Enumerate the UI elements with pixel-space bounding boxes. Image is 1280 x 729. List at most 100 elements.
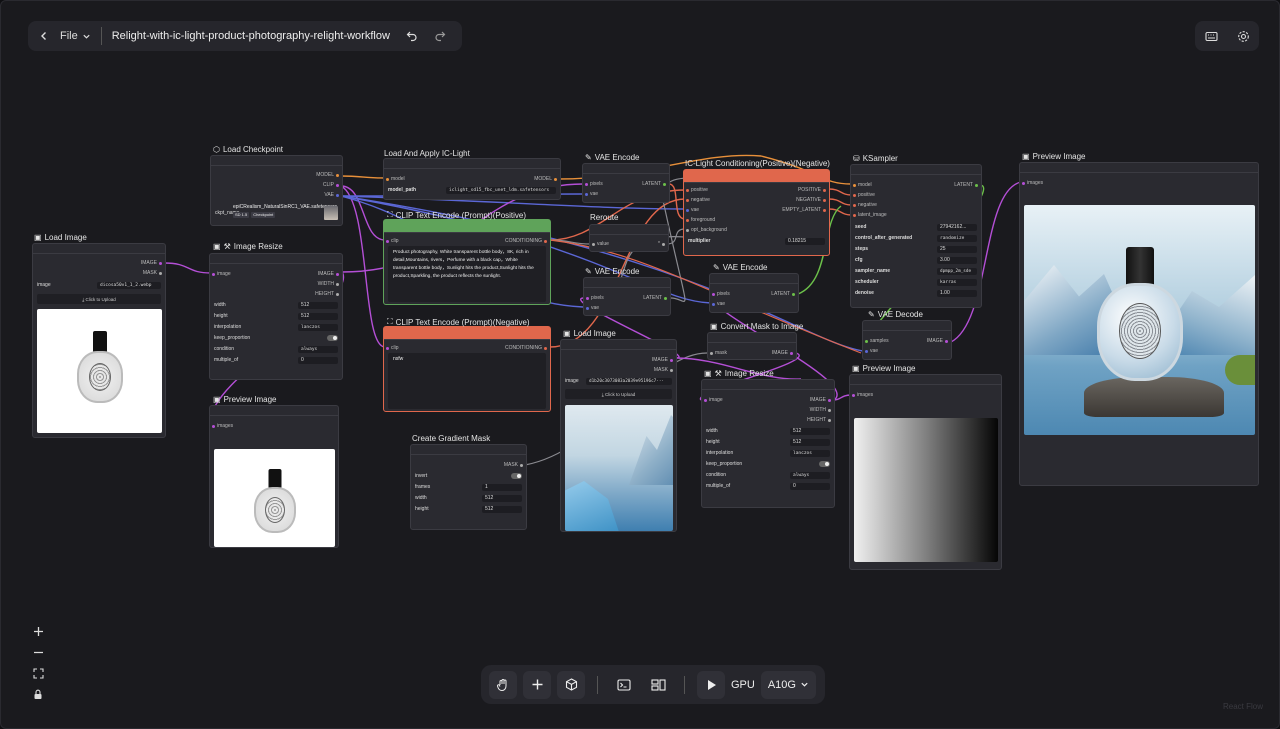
node-load-checkpoint[interactable]: MODEL CLIP VAE ckpt_name epiCRealism_Nat… [210,155,343,226]
node-load-image[interactable]: IMAGE MASK image dicosa50v1_1_2.webp ⤓ C… [32,243,166,438]
input-latent-image[interactable]: latent_image [853,212,887,218]
output-image[interactable]: IMAGE [652,357,673,363]
gear-icon[interactable] [1237,30,1250,43]
node-clip-positive[interactable]: clip CONDITIONING Product photography, W… [383,219,551,305]
multiplier-input[interactable]: 0.18215 [785,237,825,245]
input-positive[interactable]: positive [686,187,708,193]
workflow-canvas[interactable]: File Relight-with-ic-light-product-photo… [0,0,1280,729]
frames-input[interactable]: 1 [482,483,522,491]
output-latent[interactable]: LATENT [643,295,667,301]
output-negative[interactable]: NEGATIVE [796,197,826,203]
cube-icon[interactable] [557,670,585,699]
height-input[interactable]: 512 [298,312,338,320]
node-vae-encode-1[interactable]: pixels vae LATENT [582,163,670,203]
node-create-gradient-mask[interactable]: MASK invert frames 1 width 512 height 512 [410,444,527,530]
cfg-input[interactable]: 3.00 [937,256,977,264]
interpolation-select[interactable]: lanczos [298,323,338,331]
input-pixels[interactable]: pixels [712,291,730,297]
multiple-of-input[interactable]: 0 [790,482,830,490]
input-value[interactable]: value [592,241,609,247]
input-image[interactable]: image [704,397,723,403]
output-height[interactable]: HEIGHT [807,417,831,423]
fit-view-icon[interactable] [29,665,47,683]
node-image-resize-2[interactable]: image IMAGE WIDTH HEIGHT width 512 height… [701,379,835,508]
input-negative[interactable]: negative [686,197,710,203]
width-input[interactable]: 512 [482,494,522,502]
node-vae-decode[interactable]: samples vae IMAGE [862,320,952,360]
input-pixels[interactable]: pixels [586,295,604,301]
input-images[interactable]: images [1022,180,1043,186]
node-ic-light-conditioning[interactable]: positive negative vae foreground opt_bac… [683,169,830,256]
input-clip[interactable]: clip [386,238,399,244]
upload-button[interactable]: ⤓ Click to Upload [37,294,161,304]
control-after-generated-select[interactable]: randomize [937,234,977,242]
keyboard-icon[interactable] [1204,31,1218,42]
layout-icon[interactable] [644,671,672,699]
output-model[interactable]: MODEL [534,176,557,182]
lock-icon[interactable] [29,686,47,704]
output-conditioning[interactable]: CONDITIONING [505,345,547,351]
output-value[interactable]: * [658,241,665,247]
input-opt-background[interactable]: opt_background [686,227,727,233]
input-pixels[interactable]: pixels [585,181,603,187]
input-mask[interactable]: mask [710,350,727,356]
output-empty-latent[interactable]: EMPTY_LATENT [782,207,826,213]
input-model[interactable]: model [386,176,405,182]
zoom-in-icon[interactable] [29,622,47,640]
seed-input[interactable]: 27942162... [937,223,977,231]
hand-icon[interactable] [489,670,517,699]
image-select[interactable]: d1b20c3073083a2039e95196c7··· [586,377,672,385]
back-icon[interactable] [36,31,52,41]
condition-select[interactable]: always [298,345,338,353]
upload-button[interactable]: ⤓ Click to Upload [565,389,672,399]
negative-prompt-textarea[interactable]: nsfw [388,353,546,409]
interpolation-select[interactable]: lanczos [790,449,830,457]
keep-proportion-toggle[interactable] [819,461,830,467]
node-reroute[interactable]: value * [589,224,669,252]
zoom-out-icon[interactable] [29,643,47,661]
input-images[interactable]: images [852,392,873,398]
denoise-input[interactable]: 1.00 [937,289,977,297]
output-model[interactable]: MODEL [316,172,339,178]
output-vae[interactable]: VAE [324,192,339,198]
condition-select[interactable]: always [790,471,830,479]
width-input[interactable]: 512 [298,301,338,309]
output-latent[interactable]: LATENT [642,181,666,187]
output-clip[interactable]: CLIP [323,182,339,188]
sampler-name-select[interactable]: dpmpp_2m_sde [937,267,977,275]
ckpt-name-value[interactable]: epiCRealism_NaturalSinRC1_VAE.safetensor… [233,204,337,218]
height-input[interactable]: 512 [790,438,830,446]
input-vae[interactable]: vae [586,305,599,311]
node-clip-negative[interactable]: clip CONDITIONING nsfw [383,326,551,412]
node-vae-encode-2[interactable]: pixels vae LATENT [583,277,671,316]
node-preview-image-3[interactable]: images [1019,162,1259,486]
output-mask[interactable]: MASK [143,270,162,276]
node-image-resize[interactable]: image IMAGE WIDTH HEIGHT width 512 height… [209,253,343,380]
output-latent[interactable]: LATENT [954,182,978,188]
node-convert-mask[interactable]: mask IMAGE [707,332,797,360]
file-menu[interactable]: File [60,30,91,42]
input-vae[interactable]: vae [712,301,725,307]
keep-proportion-toggle[interactable] [327,335,338,341]
input-vae[interactable]: vae [865,348,878,354]
terminal-icon[interactable] [610,671,638,699]
input-negative[interactable]: negative [853,202,877,208]
node-ksampler[interactable]: model positive negative latent_image LAT… [850,164,982,308]
output-mask[interactable]: MASK [654,367,673,373]
scheduler-select[interactable]: karras [937,278,977,286]
gpu-select[interactable]: A10G [760,670,816,699]
node-load-image-2[interactable]: IMAGE MASK image d1b20c3073083a2039e9519… [560,339,677,532]
node-preview-image[interactable]: images [209,405,339,548]
redo-icon[interactable] [434,30,446,42]
steps-input[interactable]: 25 [937,245,977,253]
output-positive[interactable]: POSITIVE [798,187,826,193]
input-samples[interactable]: samples [865,338,889,344]
plus-icon[interactable] [523,670,551,699]
node-load-apply-ic-light[interactable]: model MODEL model_path iclight_sd15_fbc_… [383,158,561,200]
output-width[interactable]: WIDTH [810,407,831,413]
output-image[interactable]: IMAGE [318,271,339,277]
output-latent[interactable]: LATENT [771,291,795,297]
input-clip[interactable]: clip [386,345,399,351]
output-conditioning[interactable]: CONDITIONING [505,238,547,244]
output-image[interactable]: IMAGE [810,397,831,403]
